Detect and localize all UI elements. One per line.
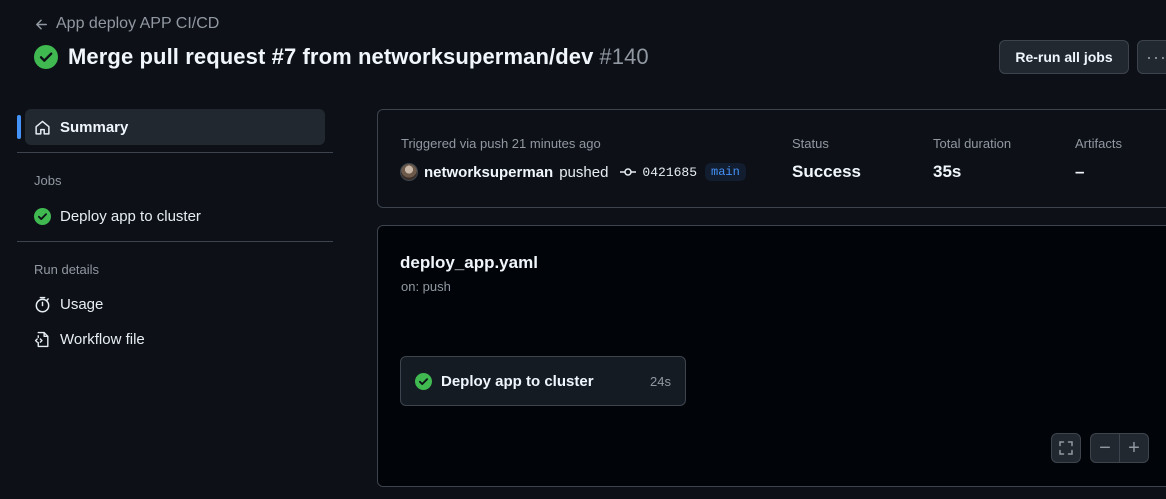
active-nav-indicator <box>17 115 21 139</box>
zoom-in-button[interactable]: + <box>1119 433 1149 463</box>
duration-label: Total duration <box>933 136 1012 151</box>
plus-icon: + <box>1128 436 1140 459</box>
page-title: Merge pull request #7 from networksuperm… <box>68 44 649 70</box>
home-icon <box>35 120 50 135</box>
push-info: networksuperman pushed 0421685 main <box>400 163 746 181</box>
rerun-all-jobs-button[interactable]: Re-run all jobs <box>999 40 1129 74</box>
divider <box>17 241 333 242</box>
jobs-heading: Jobs <box>34 173 62 188</box>
file-code-icon <box>34 331 49 347</box>
workflow-trigger: on: push <box>401 279 451 294</box>
back-link-label: App deploy APP CI/CD <box>56 15 220 32</box>
sidebar-item-label: Usage <box>60 295 104 313</box>
branch-badge[interactable]: main <box>705 163 746 181</box>
run-summary-card: Triggered via push 21 minutes ago networ… <box>377 109 1166 208</box>
fullscreen-button[interactable] <box>1051 433 1081 463</box>
stopwatch-icon <box>35 296 50 312</box>
workflow-file-name[interactable]: deploy_app.yaml <box>400 253 538 273</box>
duration-value: 35s <box>933 162 962 181</box>
kebab-icon: ··· <box>1146 46 1166 67</box>
success-check-icon <box>415 372 432 390</box>
avatar[interactable] <box>400 163 418 181</box>
job-duration: 24s <box>650 373 671 389</box>
push-action-text: pushed <box>559 163 609 181</box>
sidebar-item-label: Deploy app to cluster <box>60 207 201 225</box>
job-node[interactable]: Deploy app to cluster 24s <box>400 356 686 406</box>
run-title-row: Merge pull request #7 from networksuperm… <box>34 44 649 70</box>
run-details-heading: Run details <box>34 262 100 277</box>
artifacts-label: Artifacts <box>1075 136 1122 151</box>
divider <box>17 152 333 153</box>
job-name: Deploy app to cluster <box>441 372 594 390</box>
git-commit-icon <box>620 168 637 176</box>
duration-stat: Total duration 35s <box>933 136 1011 182</box>
artifacts-stat: Artifacts – <box>1075 136 1122 182</box>
zoom-out-button[interactable]: − <box>1090 433 1120 463</box>
arrow-left-icon <box>36 19 47 29</box>
back-to-workflow-link[interactable]: App deploy APP CI/CD <box>34 15 219 33</box>
sidebar-item-usage[interactable]: Usage <box>25 288 325 320</box>
fullscreen-icon <box>1059 441 1073 455</box>
sidebar-item-summary[interactable]: Summary <box>25 109 325 145</box>
workflow-graph-card: deploy_app.yaml on: push Deploy app to c… <box>377 225 1166 487</box>
trigger-info: Triggered via push 21 minutes ago <box>401 136 601 151</box>
run-title: Merge pull request #7 from networksuperm… <box>68 44 594 69</box>
minus-icon: − <box>1099 436 1111 459</box>
sidebar-item-label: Workflow file <box>60 330 145 348</box>
status-label: Status <box>792 136 829 151</box>
status-value: Success <box>792 162 861 181</box>
run-number: #140 <box>599 44 649 69</box>
sidebar-item-label: Summary <box>60 118 129 136</box>
success-check-icon <box>34 45 58 69</box>
sidebar-item-job[interactable]: Deploy app to cluster <box>25 200 325 232</box>
more-options-button[interactable]: ··· <box>1137 40 1166 74</box>
success-check-icon <box>34 207 51 225</box>
user-link[interactable]: networksuperman <box>424 164 553 181</box>
artifacts-value: – <box>1075 162 1085 181</box>
commit-sha-link[interactable]: 0421685 <box>642 165 697 180</box>
status-stat: Status Success <box>792 136 861 182</box>
sidebar-item-workflow-file[interactable]: Workflow file <box>25 323 325 355</box>
